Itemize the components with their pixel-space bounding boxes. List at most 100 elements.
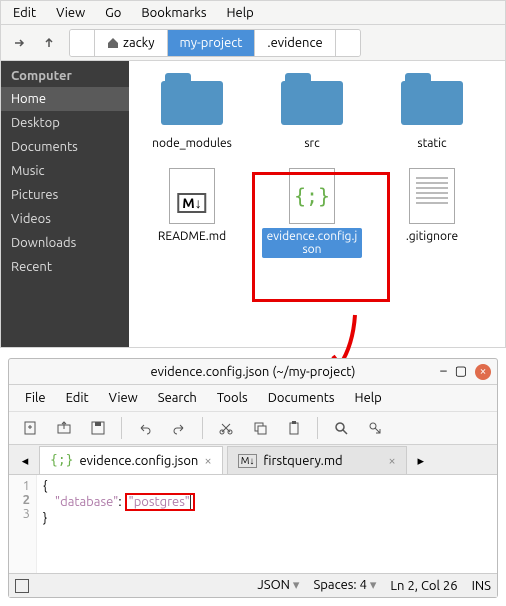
arrow-up-icon (42, 36, 56, 50)
tab-close-button[interactable]: × (204, 454, 211, 468)
crumb-my-project[interactable]: my-project (168, 30, 256, 56)
arrow-right-icon (12, 36, 26, 50)
menu-help[interactable]: Help (216, 6, 263, 20)
code-area[interactable]: { "database": "postgres" } (37, 475, 201, 573)
status-cursor-position: Ln 2, Col 26 (390, 579, 457, 593)
search-button[interactable] (326, 414, 356, 442)
close-button[interactable]: × (475, 364, 491, 380)
ed-menu-tools[interactable]: Tools (207, 391, 258, 405)
ed-menu-view[interactable]: View (99, 391, 148, 405)
minimize-button[interactable]: – (440, 364, 446, 380)
ed-menu-search[interactable]: Search (148, 391, 207, 405)
open-file-button[interactable] (49, 414, 79, 442)
file-label: static (413, 135, 450, 152)
fm-menubar: Edit View Go Bookmarks Help (1, 1, 505, 25)
folder-static[interactable]: static (377, 75, 487, 152)
sidebar-item-recent[interactable]: Recent (1, 255, 129, 279)
editor-title: evidence.config.json (~/my-project) (150, 365, 355, 379)
sidebar-item-downloads[interactable]: Downloads (1, 231, 129, 255)
ed-menu-help[interactable]: Help (345, 391, 392, 405)
status-language[interactable]: JSON (257, 578, 299, 593)
sidebar-item-pictures[interactable]: Pictures (1, 183, 129, 207)
menu-view[interactable]: View (46, 6, 95, 20)
menu-go[interactable]: Go (95, 6, 131, 20)
tab-evidence-config[interactable]: {;} evidence.config.json × (39, 446, 223, 474)
sidebar-item-music[interactable]: Music (1, 159, 129, 183)
sidebar-item-home[interactable]: Home (1, 87, 129, 111)
sidebar-header: Computer (1, 65, 129, 87)
tab-scroll-right[interactable]: ▸ (411, 448, 431, 474)
new-file-icon (22, 420, 38, 436)
text-icon (409, 168, 455, 224)
sidebar-item-documents[interactable]: Documents (1, 135, 129, 159)
maximize-button[interactable]: ▢ (455, 364, 467, 380)
file-gitignore[interactable]: .gitignore (377, 168, 487, 258)
crumb-home[interactable]: zacky (95, 30, 168, 56)
tab-scroll-left[interactable]: ◂ (15, 448, 35, 474)
panel-toggle-button[interactable] (15, 579, 29, 593)
sidebar-item-videos[interactable]: Videos (1, 207, 129, 231)
status-bar: JSON Spaces: 4 Ln 2, Col 26 INS (9, 573, 497, 597)
open-icon (56, 420, 72, 436)
sidebar-item-desktop[interactable]: Desktop (1, 111, 129, 135)
json-icon: {;} (289, 168, 335, 224)
code-line-2: "database": "postgres" (43, 493, 195, 511)
window-controls: – ▢ × (440, 364, 491, 380)
editor-tabs: ◂ {;} evidence.config.json × M↓ firstque… (9, 445, 497, 475)
menu-bookmarks[interactable]: Bookmarks (131, 6, 216, 20)
separator (317, 417, 318, 439)
file-label: src (300, 135, 323, 152)
replace-button[interactable] (360, 414, 390, 442)
file-evidence-config[interactable]: {;} evidence.config.json (257, 168, 367, 258)
copy-button[interactable] (245, 414, 275, 442)
nav-up-button[interactable] (35, 29, 63, 57)
markdown-icon: M↓ (238, 454, 258, 468)
status-insert-mode[interactable]: INS (472, 579, 491, 593)
status-indentation[interactable]: Spaces: 4 (313, 578, 376, 593)
crumb-more[interactable] (336, 30, 360, 56)
editor-titlebar[interactable]: evidence.config.json (~/my-project) – ▢ … (9, 359, 497, 385)
cut-button[interactable] (211, 414, 241, 442)
new-file-button[interactable] (15, 414, 45, 442)
redo-button[interactable] (164, 414, 194, 442)
tab-label: firstquery.md (263, 454, 342, 468)
tab-label: evidence.config.json (79, 454, 198, 468)
fm-sidebar: Computer Home Desktop Documents Music Pi… (1, 61, 129, 347)
crumb-evidence[interactable]: .evidence (255, 30, 335, 56)
nav-forward-button[interactable] (5, 29, 33, 57)
ed-menu-file[interactable]: File (15, 391, 56, 405)
search-icon (333, 420, 349, 436)
editor-toolbar (9, 411, 497, 445)
icon-view[interactable]: node_modules src static README.md {;} ev… (129, 61, 505, 347)
editor-body[interactable]: 123 { "database": "postgres" } (9, 475, 497, 573)
code-line-1: { (43, 479, 195, 493)
text-editor-window: evidence.config.json (~/my-project) – ▢ … (8, 358, 498, 598)
file-label: node_modules (148, 135, 236, 152)
folder-node-modules[interactable]: node_modules (137, 75, 247, 152)
save-button[interactable] (83, 414, 113, 442)
tab-firstquery[interactable]: M↓ firstquery.md × (227, 446, 407, 474)
menu-edit[interactable]: Edit (3, 6, 46, 20)
ed-menu-edit[interactable]: Edit (56, 391, 99, 405)
replace-icon (367, 420, 383, 436)
line-gutter: 123 (9, 475, 37, 573)
paste-icon (286, 420, 302, 436)
file-readme[interactable]: README.md (137, 168, 247, 258)
fm-toolbar: zacky my-project .evidence (1, 25, 505, 61)
tab-close-button[interactable]: × (388, 454, 395, 468)
breadcrumb: zacky my-project .evidence (69, 29, 361, 57)
redo-icon (171, 420, 187, 436)
crumb-history[interactable] (70, 30, 95, 56)
folder-icon (281, 81, 343, 125)
paste-button[interactable] (279, 414, 309, 442)
code-line-3: } (43, 511, 195, 525)
fm-body: Computer Home Desktop Documents Music Pi… (1, 61, 505, 347)
folder-icon (161, 81, 223, 125)
ed-menu-documents[interactable]: Documents (258, 391, 345, 405)
annotation-highlight-inline: "postgres" (125, 493, 195, 511)
folder-src[interactable]: src (257, 75, 367, 152)
undo-button[interactable] (130, 414, 160, 442)
file-label: README.md (154, 228, 230, 245)
file-label: evidence.config.json (262, 228, 362, 258)
separator (202, 417, 203, 439)
